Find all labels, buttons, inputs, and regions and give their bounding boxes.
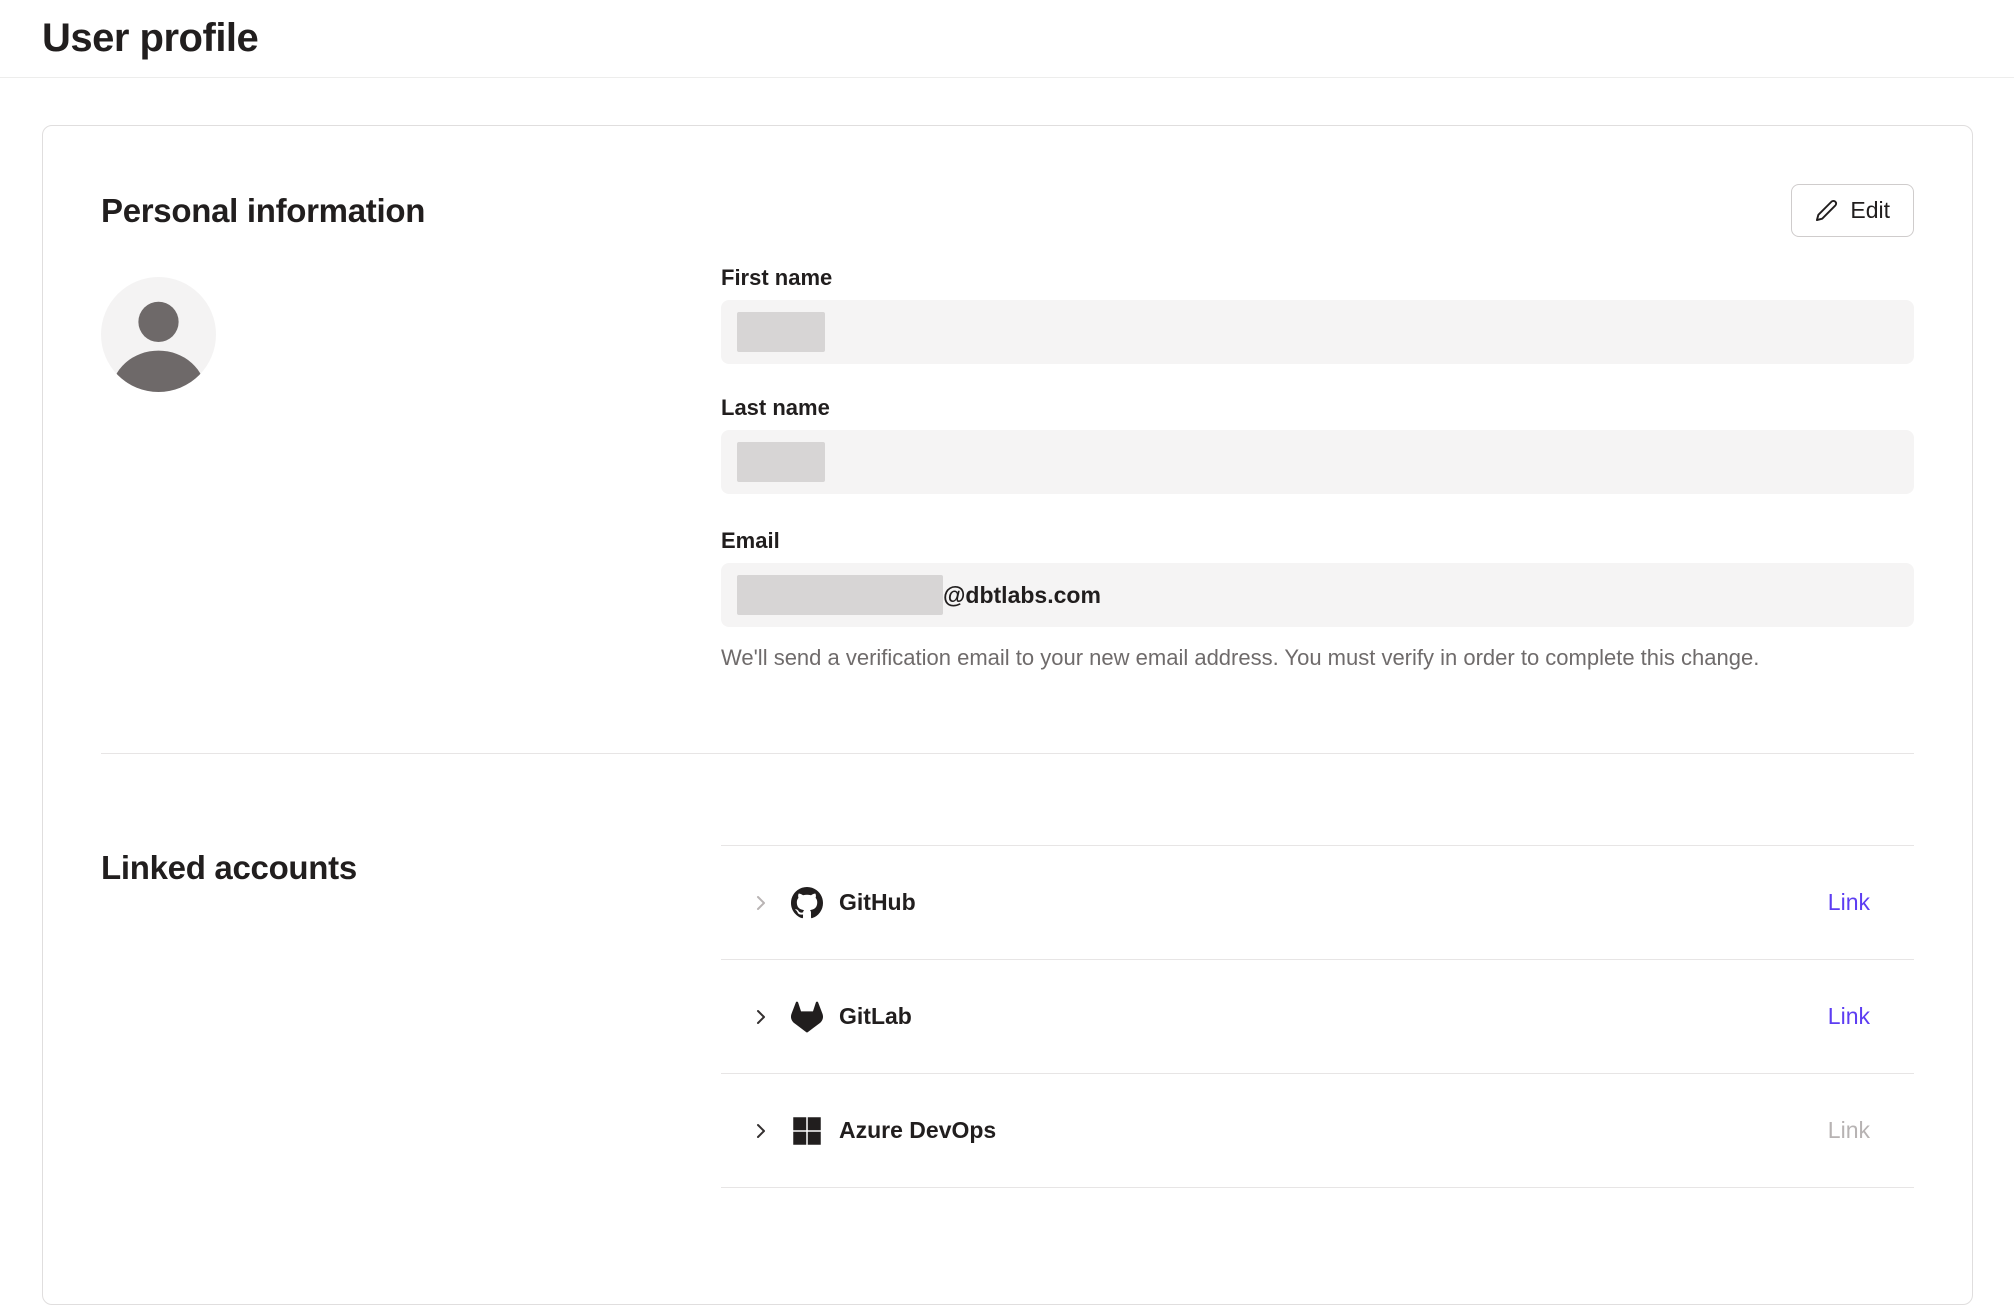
- redacted-last-name-value: [737, 442, 825, 482]
- last-name-field[interactable]: [721, 430, 1914, 494]
- last-name-label: Last name: [721, 394, 1914, 422]
- first-name-label: First name: [721, 264, 1914, 292]
- chevron-right-icon[interactable]: [749, 1119, 773, 1143]
- email-label: Email: [721, 527, 1914, 555]
- account-name: GitLab: [839, 1003, 912, 1030]
- redacted-first-name-value: [737, 312, 825, 352]
- pencil-icon: [1815, 199, 1838, 222]
- linked-accounts-heading-column: Linked accounts: [101, 754, 721, 1188]
- linked-accounts-section: Linked accounts GitHub Link: [101, 754, 1914, 1188]
- email-field[interactable]: @dbtlabs.com: [721, 563, 1914, 627]
- microsoft-squares-icon: [791, 1115, 823, 1147]
- personal-info-body: First name Last name Email @dbtlabs.com …: [101, 264, 1914, 673]
- github-link-action[interactable]: Link: [1828, 889, 1870, 916]
- page-title: User profile: [42, 16, 258, 61]
- account-name: Azure DevOps: [839, 1117, 996, 1144]
- github-icon: [791, 887, 823, 919]
- avatar-column: [101, 264, 721, 673]
- first-name-field[interactable]: [721, 300, 1914, 364]
- azure-devops-link-action: Link: [1828, 1117, 1870, 1144]
- email-help-text: We'll send a verification email to your …: [721, 643, 1914, 673]
- avatar: [101, 277, 216, 392]
- chevron-right-icon[interactable]: [749, 1005, 773, 1029]
- account-name: GitHub: [839, 889, 916, 916]
- email-domain-text: @dbtlabs.com: [943, 582, 1101, 609]
- profile-card: Personal information Edit First name: [42, 125, 1973, 1305]
- linked-account-row-github: GitHub Link: [721, 846, 1914, 960]
- linked-account-row-gitlab: GitLab Link: [721, 960, 1914, 1074]
- linked-account-row-azure-devops: Azure DevOps Link: [721, 1074, 1914, 1188]
- chevron-right-icon[interactable]: [749, 891, 773, 915]
- personal-info-header: Personal information Edit: [101, 184, 1914, 237]
- fields-column: First name Last name Email @dbtlabs.com …: [721, 264, 1914, 673]
- page-header: User profile: [0, 0, 2014, 78]
- linked-accounts-title: Linked accounts: [101, 754, 721, 887]
- gitlab-link-action[interactable]: Link: [1828, 1003, 1870, 1030]
- edit-button-label: Edit: [1850, 197, 1890, 224]
- edit-button[interactable]: Edit: [1791, 184, 1914, 237]
- gitlab-icon: [791, 1001, 823, 1033]
- linked-accounts-list: GitHub Link GitLab Link: [721, 845, 1914, 1188]
- personal-info-title: Personal information: [101, 192, 425, 230]
- redacted-email-local-part: [737, 575, 943, 615]
- person-silhouette-icon: [101, 277, 216, 392]
